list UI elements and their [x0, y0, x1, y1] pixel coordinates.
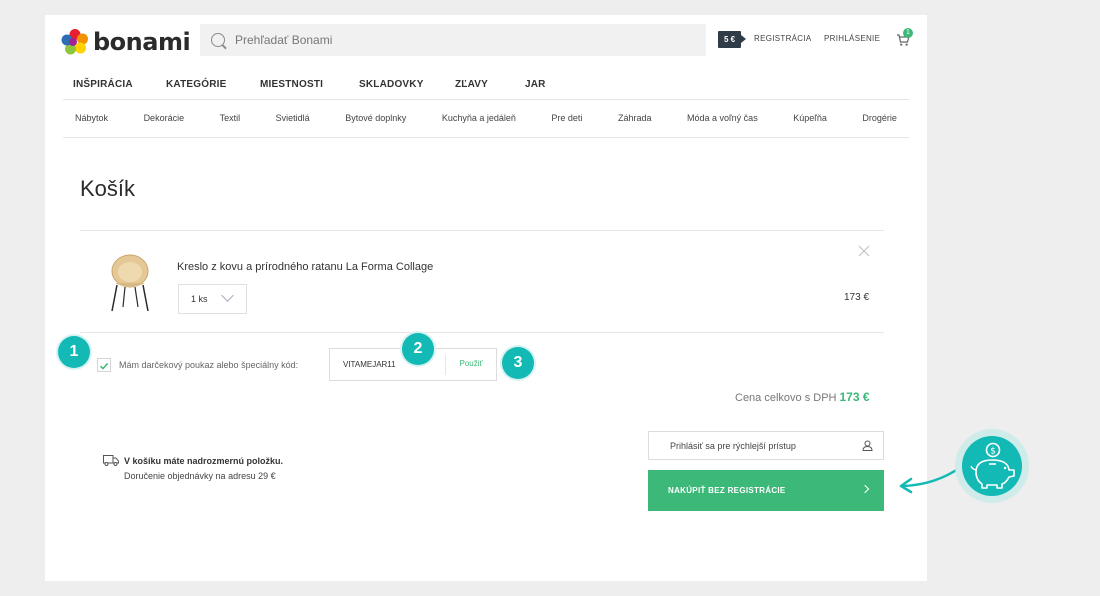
category-nav-item[interactable]: Svietidlá: [276, 113, 310, 123]
total-label: Cena celkovo s DPH: [735, 392, 837, 404]
piggy-bank-badge: $: [955, 429, 1029, 503]
oversize-title: V košíku máte nadrozmernú položku.: [124, 456, 284, 466]
main-nav-item[interactable]: INŠPIRÁCIA: [73, 79, 166, 90]
cart-count-badge: 1: [903, 28, 913, 38]
product-image: [111, 254, 149, 312]
login-button-label: Prihlásiť sa pre rýchlejší prístup: [670, 440, 796, 451]
cart-page-card: bonami 5 € REGISTRÁCIA PRIHLÁSENIE 1 INŠ…: [45, 15, 927, 581]
register-link[interactable]: REGISTRÁCIA: [754, 34, 812, 43]
quantity-value: 1 ks: [191, 294, 208, 304]
quantity-select[interactable]: 1 ks: [178, 284, 247, 314]
checkout-button-label: NAKÚPIŤ BEZ REGISTRÁCIE: [668, 486, 786, 495]
main-nav-item[interactable]: SKLADOVKY: [359, 79, 455, 90]
user-icon: [862, 440, 873, 451]
bonami-flower-icon: [61, 29, 88, 55]
coupon-label: Mám darčekový poukaz alebo špeciálny kód…: [119, 360, 299, 370]
apply-coupon-button[interactable]: Použiť: [448, 359, 494, 368]
piggy-bank-icon: $: [970, 442, 1015, 489]
login-button[interactable]: Prihlásiť sa pre rýchlejší prístup: [648, 431, 884, 460]
cart-bottom-divider: [80, 332, 884, 333]
credit-badge[interactable]: 5 €: [718, 31, 746, 48]
chevron-right-icon: [860, 484, 870, 494]
close-icon[interactable]: [858, 245, 870, 257]
truck-icon: [103, 455, 119, 466]
category-nav-item[interactable]: Záhrada: [618, 113, 652, 123]
category-nav-item[interactable]: Kúpeľňa: [793, 113, 827, 123]
page-title: Košík: [80, 176, 136, 201]
category-nav-item[interactable]: Pre deti: [551, 113, 582, 123]
product-name[interactable]: Kreslo z kovu a prírodného ratanu La For…: [177, 261, 433, 273]
main-nav-item[interactable]: KATEGÓRIE: [166, 79, 260, 90]
checkout-without-registration-button[interactable]: NAKÚPIŤ BEZ REGISTRÁCIE: [648, 470, 884, 511]
search-input[interactable]: [233, 32, 637, 48]
main-nav: INŠPIRÁCIA KATEGÓRIE MIESTNOSTI SKLADOVK…: [73, 79, 546, 90]
cart-top-divider: [80, 230, 884, 231]
coupon-separator: [445, 355, 446, 375]
category-nav: Nábytok Dekorácie Textil Svietidlá Bytov…: [75, 113, 897, 123]
coupon-checkbox[interactable]: [97, 358, 111, 372]
main-nav-item[interactable]: MIESTNOSTI: [260, 79, 359, 90]
category-nav-item[interactable]: Textil: [220, 113, 241, 123]
category-nav-item[interactable]: Kuchyňa a jedáleň: [442, 113, 516, 123]
total-price: Cena celkovo s DPH 173 €: [735, 390, 870, 404]
main-nav-item[interactable]: ZĽAVY: [455, 79, 525, 90]
brand-name: bonami: [93, 28, 191, 56]
nav-divider: [63, 99, 909, 100]
bonami-logo[interactable]: bonami: [61, 27, 191, 57]
category-nav-item[interactable]: Bytové doplnky: [345, 113, 406, 123]
category-nav-item[interactable]: Móda a voľný čas: [687, 113, 758, 123]
item-price: 173 €: [844, 292, 870, 303]
category-divider: [63, 137, 909, 138]
category-nav-item[interactable]: Drogérie: [862, 113, 897, 123]
category-nav-item[interactable]: Dekorácie: [144, 113, 185, 123]
main-nav-item[interactable]: JAR: [525, 79, 546, 90]
svg-text:$: $: [990, 447, 996, 457]
login-link[interactable]: PRIHLÁSENIE: [824, 34, 880, 43]
step-marker-2: 2: [402, 333, 434, 365]
search-bar[interactable]: [200, 24, 706, 56]
check-icon: [99, 362, 109, 370]
chevron-down-icon: [221, 289, 234, 302]
total-value: 173 €: [839, 390, 870, 404]
category-nav-item[interactable]: Nábytok: [75, 113, 108, 123]
step-marker-1: 1: [58, 336, 90, 368]
step-marker-3: 3: [502, 347, 534, 379]
piggy-bank-circle: $: [962, 436, 1022, 496]
search-icon: [211, 33, 225, 47]
oversize-shipping-text: Doručenie objednávky na adresu 29 €: [124, 471, 276, 481]
